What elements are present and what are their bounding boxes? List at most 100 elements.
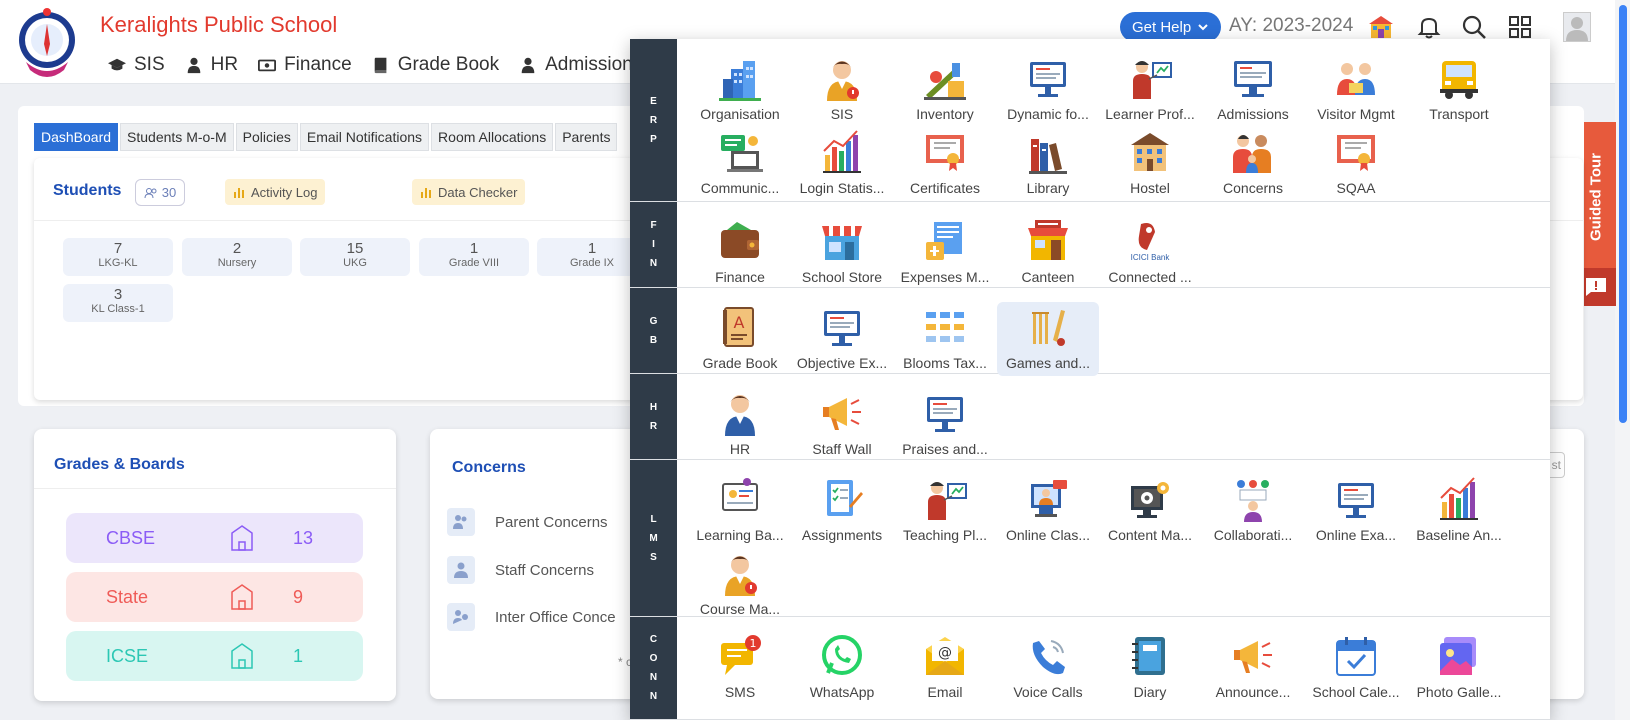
app-tile[interactable]: Transport	[1408, 53, 1510, 127]
app-tile[interactable]: Teaching Pl...	[894, 474, 996, 548]
concern-item-staff[interactable]: Staff Concerns	[447, 556, 594, 584]
app-tile[interactable]: Communic...	[689, 127, 791, 201]
app-tile[interactable]: Dynamic fo...	[997, 53, 1099, 127]
phone-icon	[1032, 640, 1065, 675]
app-tile[interactable]: WhatsApp	[791, 631, 893, 705]
get-help-button[interactable]: Get Help	[1120, 12, 1222, 42]
app-tile[interactable]: Expenses M...	[894, 216, 996, 290]
grade-count-box[interactable]: 2 Nursery	[182, 238, 292, 276]
app-tile[interactable]: Admissions	[1202, 53, 1304, 127]
app-tile[interactable]: SQAA	[1305, 127, 1407, 201]
tab-policies[interactable]: Policies	[235, 123, 298, 151]
app-tile[interactable]: Collaborati...	[1202, 474, 1304, 548]
expenses-icon	[926, 222, 962, 260]
app-tile[interactable]: Login Statis...	[791, 127, 893, 201]
section-label-letter: B	[649, 334, 658, 346]
concern-item-parent[interactable]: Parent Concerns	[447, 508, 608, 536]
app-tile[interactable]: Organisation	[689, 53, 791, 127]
tab-students-mom[interactable]: Students M-o-M	[120, 123, 234, 151]
app-tile[interactable]: School Cale...	[1305, 631, 1407, 705]
app-label: HR	[729, 441, 751, 457]
app-tile[interactable]: Blooms Tax...	[894, 302, 996, 376]
apps-grid-icon[interactable]	[1507, 14, 1533, 40]
school-icon[interactable]	[1368, 14, 1394, 40]
app-tile[interactable]: Library	[997, 127, 1099, 201]
app-tile[interactable]: Course Ma...	[689, 548, 791, 622]
app-tile[interactable]: SIS	[791, 53, 893, 127]
bar-chart-icon	[823, 130, 861, 173]
app-tile[interactable]: Content Ma...	[1099, 474, 1201, 548]
tab-email-notifications[interactable]: Email Notifications	[299, 123, 430, 151]
search-icon[interactable]	[1461, 14, 1487, 40]
app-tile[interactable]: HR	[689, 388, 791, 462]
app-label: WhatsApp	[809, 684, 875, 700]
section-label-letter: G	[649, 315, 658, 327]
main-nav: SIS HR Finance Grade Book Admissions	[108, 54, 642, 76]
app-tile[interactable]: ICICI Bank Connected ...	[1099, 216, 1201, 290]
bell-icon[interactable]	[1416, 14, 1442, 40]
app-tile[interactable]: Learning Ba...	[689, 474, 791, 548]
board-name: CBSE	[106, 527, 156, 548]
school-name[interactable]: Keralights Public School	[100, 12, 337, 38]
app-tile[interactable]: Certificates	[894, 127, 996, 201]
app-tile[interactable]: Objective Ex...	[791, 302, 893, 376]
app-tile[interactable]: Games and...	[997, 302, 1099, 376]
grade-count-box[interactable]: 7 LKG-KL	[63, 238, 173, 276]
students-count-badge[interactable]: 30	[135, 179, 185, 206]
app-tile[interactable]: Praises and...	[894, 388, 996, 462]
app-tile[interactable]: Online Clas...	[997, 474, 1099, 548]
collab-icon	[1237, 480, 1269, 522]
svg-text:A: A	[734, 313, 745, 332]
app-tile[interactable]: A Grade Book	[689, 302, 791, 376]
board-row-icse[interactable]: ICSE 1	[66, 631, 363, 681]
scrollbar-thumb[interactable]	[1619, 5, 1627, 423]
board-row-cbse[interactable]: CBSE 13	[66, 513, 363, 563]
app-tile[interactable]: Concerns	[1202, 127, 1304, 201]
board-row-state[interactable]: State 9	[66, 572, 363, 622]
activity-log-button[interactable]: Activity Log	[225, 179, 326, 205]
app-tile[interactable]: Assignments	[791, 474, 893, 548]
app-tile[interactable]: Canteen	[997, 216, 1099, 290]
nav-grade-book[interactable]: Grade Book	[372, 54, 499, 76]
tab-room-allocations[interactable]: Room Allocations	[431, 123, 554, 151]
app-tile[interactable]: Voice Calls	[997, 631, 1099, 705]
app-tile[interactable]: Staff Wall	[791, 388, 893, 462]
bus-icon	[1440, 61, 1478, 99]
avatar[interactable]	[1563, 12, 1591, 42]
app-tile[interactable]: 1 SMS	[689, 631, 791, 705]
nav-finance[interactable]: Finance	[258, 54, 352, 76]
app-label: SMS	[724, 684, 756, 700]
section-label-letter: N	[649, 258, 658, 269]
section-label-letter: M	[649, 532, 658, 544]
app-tile[interactable]: @ Email	[894, 631, 996, 705]
app-tile[interactable]: Baseline An...	[1408, 474, 1510, 548]
app-tile[interactable]: Photo Galle...	[1408, 631, 1510, 705]
grade-count-box[interactable]: 3 KL Class-1	[63, 284, 173, 322]
nav-admissions[interactable]: Admissions	[519, 54, 642, 76]
nav-sis[interactable]: SIS	[108, 54, 165, 76]
app-tile[interactable]: Announce...	[1202, 631, 1304, 705]
app-tile[interactable]: Learner Prof...	[1099, 53, 1201, 127]
app-tile[interactable]: Visitor Mgmt	[1305, 53, 1407, 127]
tab-parents[interactable]: Parents	[555, 123, 618, 151]
app-tile[interactable]: School Store	[791, 216, 893, 290]
tab-dashboard[interactable]: DashBoard	[34, 123, 119, 151]
board-name: State	[106, 586, 149, 607]
grade-count-box[interactable]: 15 UKG	[300, 238, 410, 276]
concern-item-inter-office[interactable]: Inter Office Conce	[447, 603, 616, 631]
app-tile[interactable]: Online Exa...	[1305, 474, 1407, 548]
app-tile[interactable]: Inventory	[894, 53, 996, 127]
app-label: Online Exa...	[1315, 527, 1397, 543]
app-tile[interactable]: Finance	[689, 216, 791, 290]
app-tile[interactable]: Hostel	[1099, 127, 1201, 201]
grade-count-box[interactable]: 1 Grade VIII	[419, 238, 529, 276]
section-label-letter: L	[650, 513, 657, 525]
data-checker-button[interactable]: Data Checker	[412, 179, 526, 205]
nav-hr[interactable]: HR	[185, 54, 238, 76]
chat-alert-icon	[1586, 278, 1606, 296]
academic-year[interactable]: AY: 2023-2024	[1229, 15, 1353, 37]
activity-log-label: Activity Log	[251, 184, 318, 200]
app-label: Expenses M...	[900, 269, 990, 285]
app-tile[interactable]: Diary	[1099, 631, 1201, 705]
money-icon	[258, 59, 277, 72]
